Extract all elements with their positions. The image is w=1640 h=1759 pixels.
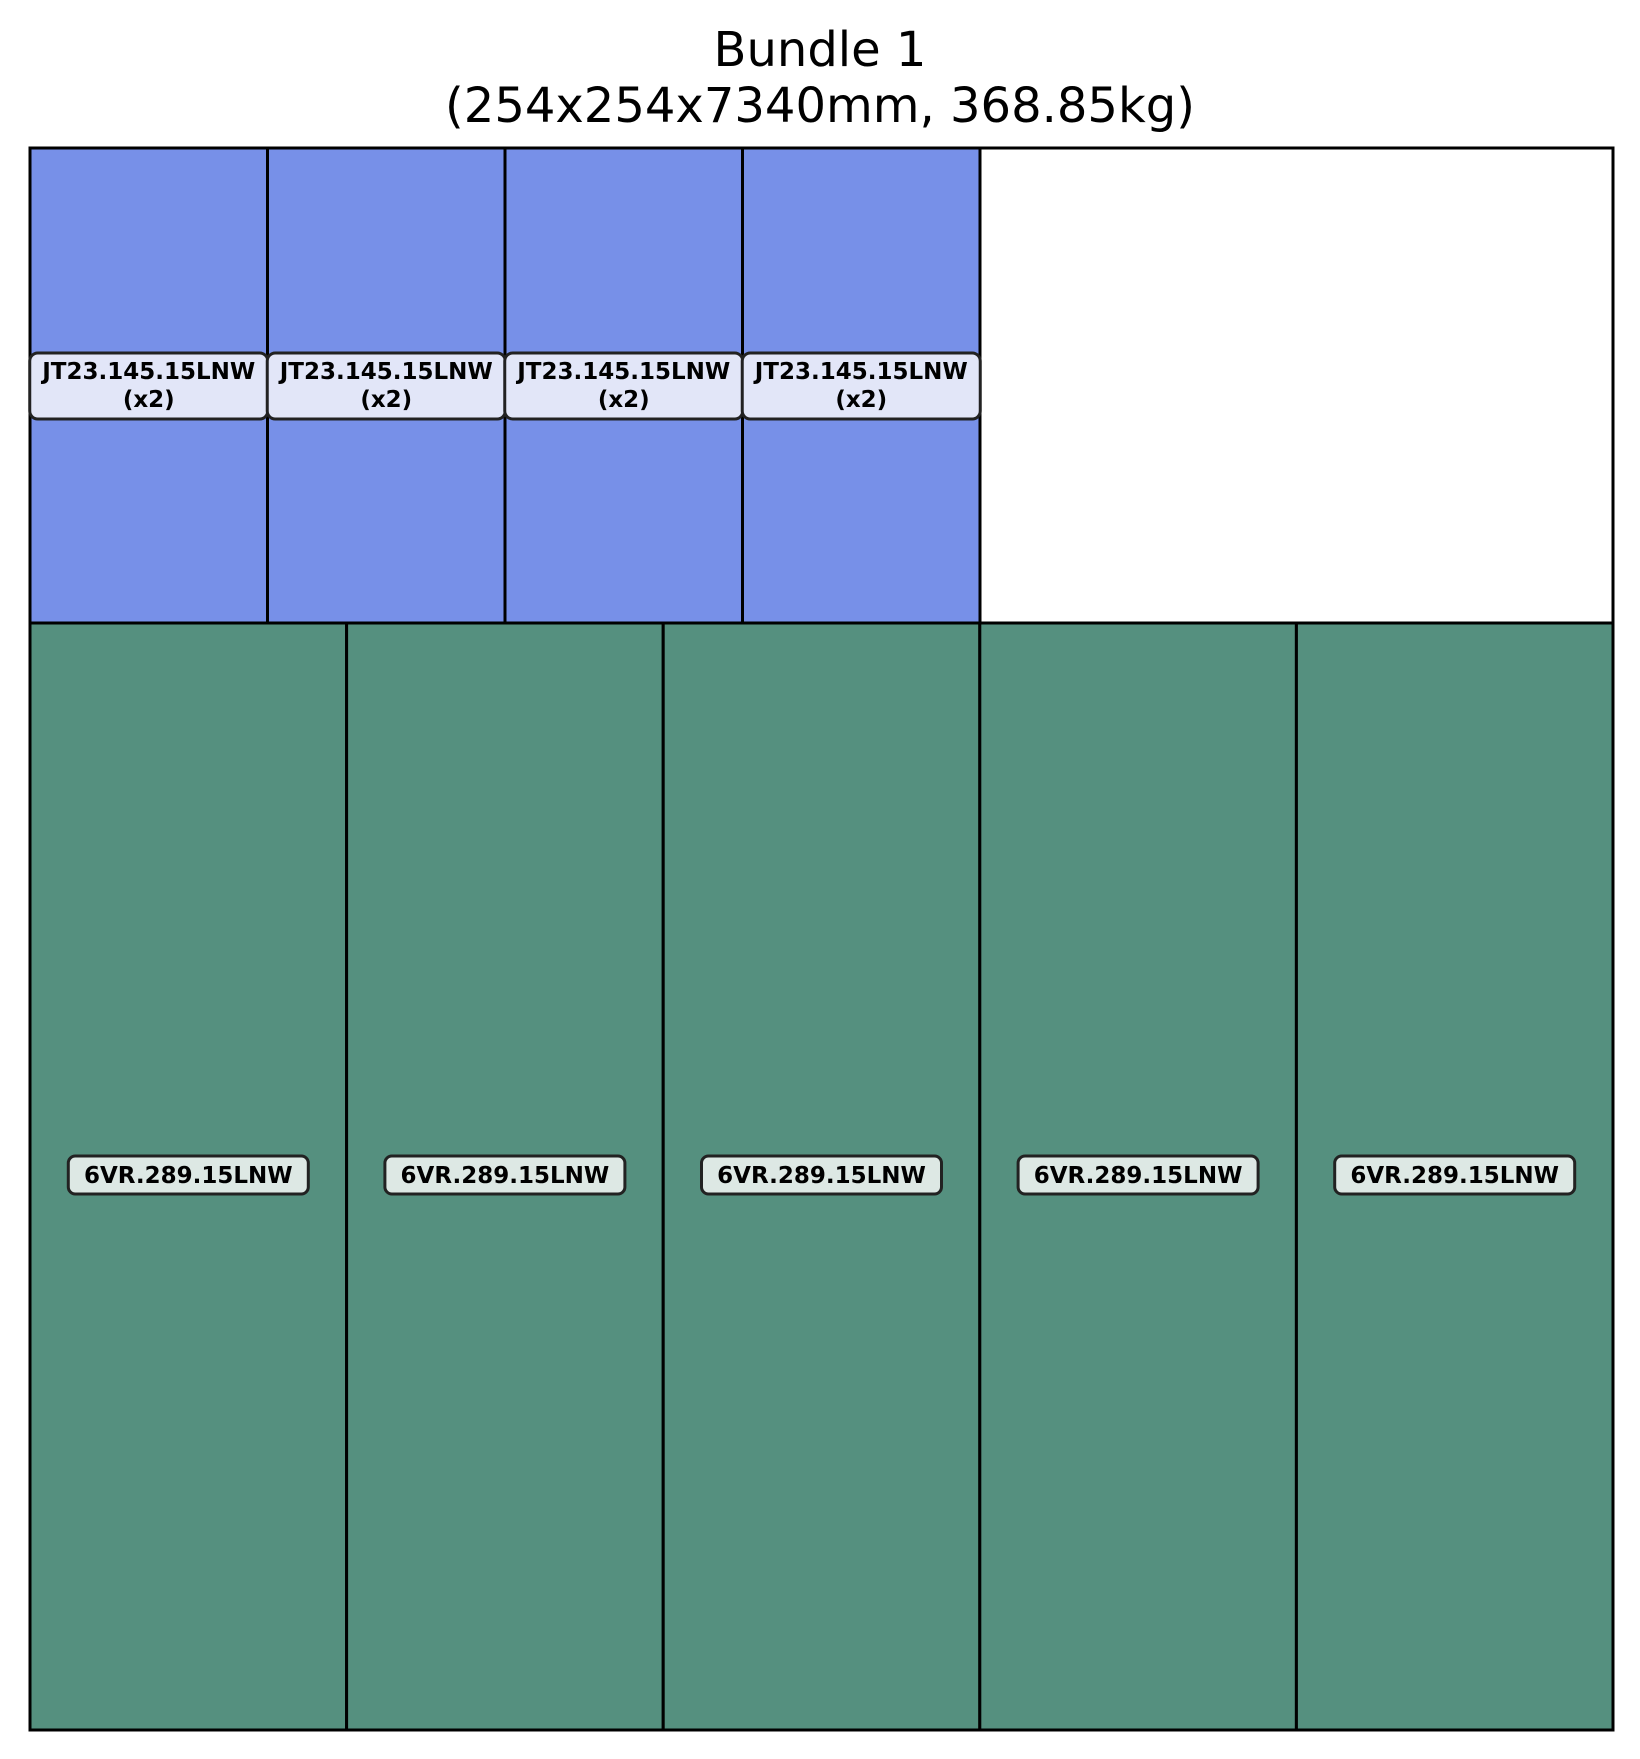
top-cell-qty-2: (x2) — [360, 387, 412, 413]
top-cell-name-1: JT23.145.15LNW — [40, 359, 255, 385]
top-cell-name-4: JT23.145.15LNW — [753, 359, 968, 385]
empty-space — [978, 146, 1615, 625]
top-cell-qty-3: (x2) — [598, 387, 650, 413]
bundle-diagram: JT23.145.15LNW(x2)JT23.145.15LNW(x2)JT23… — [28, 146, 1615, 1732]
bottom-cell-name-5: 6VR.289.15LNW — [1350, 1163, 1559, 1189]
bottom-cell-name-3: 6VR.289.15LNW — [717, 1163, 926, 1189]
bottom-cell-name-1: 6VR.289.15LNW — [84, 1163, 293, 1189]
top-cell-qty-1: (x2) — [123, 387, 175, 413]
top-cell-qty-4: (x2) — [835, 387, 887, 413]
top-cell-name-2: JT23.145.15LNW — [278, 359, 493, 385]
bottom-cell-name-4: 6VR.289.15LNW — [1034, 1163, 1243, 1189]
top-cell-name-3: JT23.145.15LNW — [515, 359, 730, 385]
bottom-cell-name-2: 6VR.289.15LNW — [401, 1163, 610, 1189]
